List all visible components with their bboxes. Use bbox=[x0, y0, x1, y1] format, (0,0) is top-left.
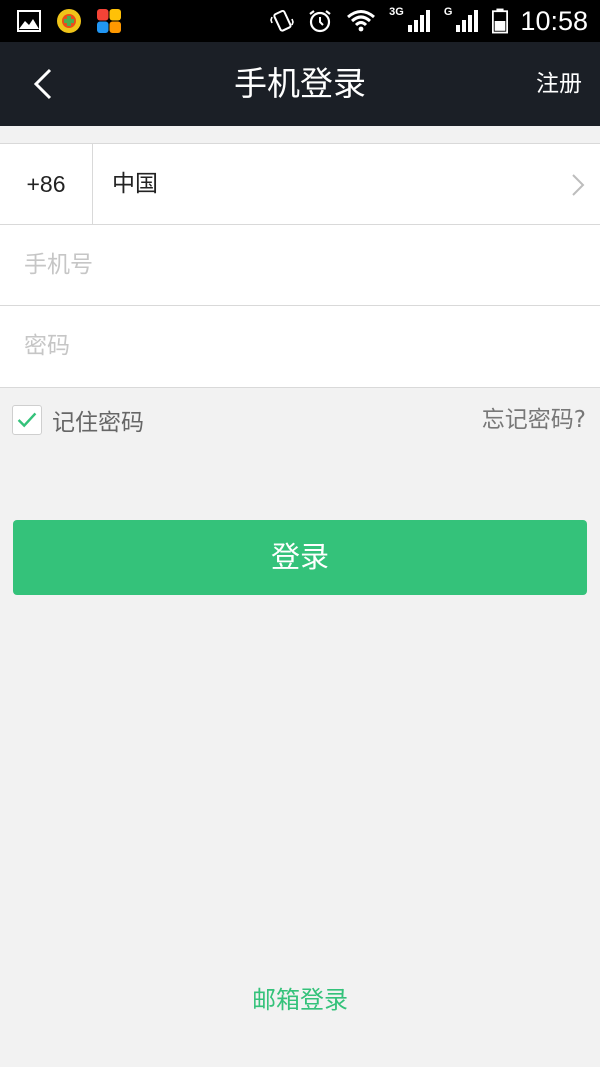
title-bar: 手机登录 注册 bbox=[0, 42, 600, 126]
page-title: 手机登录 bbox=[234, 64, 366, 103]
remember-label: 记住密码 bbox=[52, 410, 144, 436]
country-name[interactable]: 中国 bbox=[112, 144, 158, 224]
checkmark-icon bbox=[17, 412, 37, 428]
country-code[interactable]: +86 bbox=[0, 144, 93, 224]
status-bar: 3G G 10:58 bbox=[0, 0, 600, 42]
phone-input[interactable] bbox=[24, 225, 584, 305]
signal-3g-icon bbox=[407, 10, 430, 32]
gallery-icon bbox=[17, 10, 41, 32]
password-row bbox=[0, 306, 600, 387]
remember-checkbox[interactable] bbox=[12, 405, 42, 435]
login-button[interactable]: 登录 bbox=[13, 520, 587, 595]
email-login-link[interactable]: 邮箱登录 bbox=[0, 980, 600, 1015]
phone-row bbox=[0, 225, 600, 306]
clock: 10:58 bbox=[520, 5, 588, 36]
battery-icon bbox=[492, 8, 509, 34]
app-grid-icon bbox=[97, 9, 121, 33]
network-g-label: G bbox=[443, 6, 453, 18]
app-icon bbox=[57, 9, 81, 33]
vibrate-icon bbox=[270, 9, 295, 32]
register-button[interactable]: 注册 bbox=[536, 42, 582, 126]
signal-g-icon bbox=[456, 10, 479, 32]
remember-password-option[interactable]: 记住密码 bbox=[12, 404, 144, 436]
alarm-icon bbox=[309, 10, 331, 33]
country-selector[interactable]: +86 中国 bbox=[0, 144, 600, 225]
wifi-icon bbox=[347, 10, 376, 32]
login-form: +86 中国 bbox=[0, 143, 600, 388]
forgot-password-link[interactable]: 忘记密码? bbox=[482, 404, 586, 436]
network-3g-label: 3G bbox=[389, 6, 404, 18]
password-input[interactable] bbox=[24, 306, 584, 386]
chevron-right-icon bbox=[572, 174, 585, 196]
